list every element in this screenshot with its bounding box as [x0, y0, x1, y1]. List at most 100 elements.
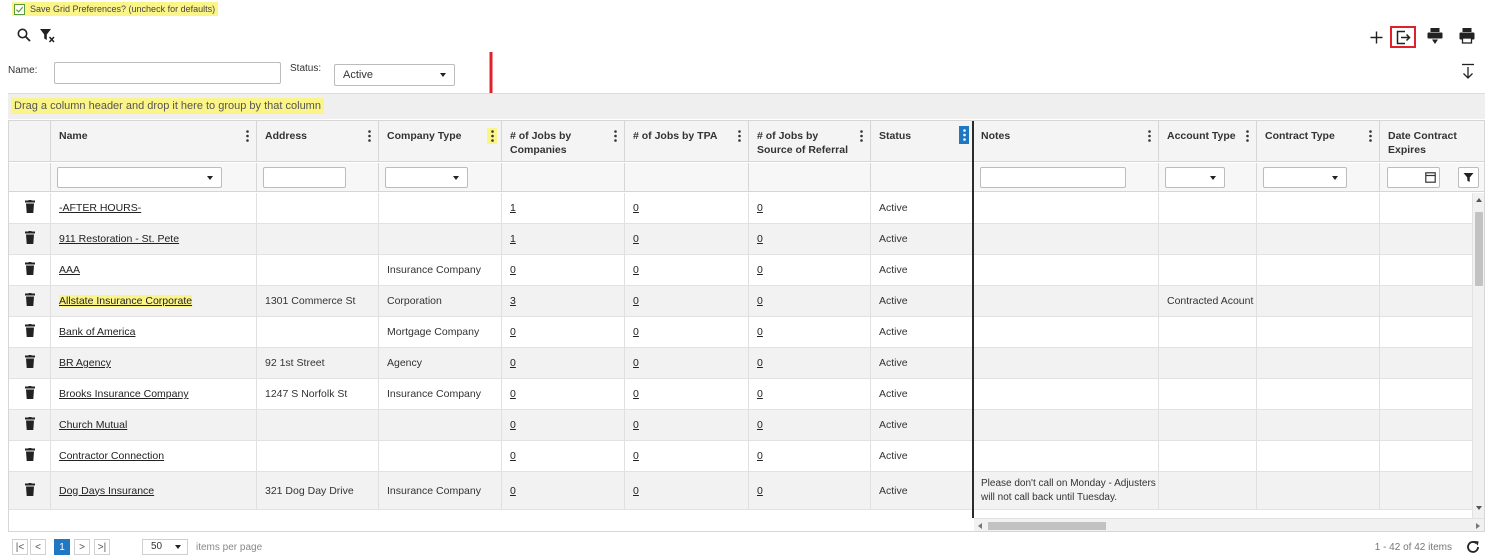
job-count-link[interactable]: 0 [757, 419, 763, 431]
next-page-button[interactable]: > [74, 539, 90, 555]
column-menu-icon[interactable] [1365, 128, 1375, 144]
trash-icon[interactable] [24, 231, 35, 247]
column-header-account-type[interactable]: Account Type [1159, 121, 1257, 162]
column-menu-icon[interactable] [1144, 128, 1154, 144]
job-count-link[interactable]: 0 [757, 388, 763, 400]
job-count-link[interactable]: 0 [757, 485, 763, 497]
company-link[interactable]: -AFTER HOURS- [59, 202, 141, 214]
column-menu-icon[interactable] [1242, 128, 1252, 144]
column-menu-icon[interactable] [856, 128, 866, 144]
vertical-scrollbar[interactable] [1472, 193, 1484, 518]
job-count-link[interactable]: 1 [510, 202, 516, 214]
page-size-select[interactable]: 50 [142, 539, 188, 555]
job-count-link[interactable]: 3 [510, 295, 516, 307]
company-link[interactable]: Church Mutual [59, 419, 127, 431]
notes-column-filter[interactable] [980, 167, 1126, 188]
trash-icon[interactable] [24, 324, 35, 340]
checkbox-checked-icon[interactable] [14, 3, 25, 15]
address-column-filter[interactable] [263, 167, 346, 188]
job-count-link[interactable]: 0 [510, 388, 516, 400]
column-menu-icon[interactable] [610, 128, 620, 144]
scroll-right-icon[interactable] [1476, 523, 1480, 529]
job-count-link[interactable]: 0 [633, 233, 639, 245]
column-header-address[interactable]: Address [257, 121, 379, 162]
scroll-up-icon[interactable] [1476, 198, 1482, 202]
company-link[interactable]: Dog Days Insurance [59, 485, 154, 497]
column-header-jobs-tpa[interactable]: # of Jobs by TPA [625, 121, 749, 162]
sort-down-icon[interactable] [1460, 62, 1476, 80]
company-link[interactable]: Bank of America [59, 326, 135, 338]
job-count-link[interactable]: 0 [510, 450, 516, 462]
contract-type-column-filter[interactable] [1263, 167, 1347, 188]
date-column-filter[interactable] [1387, 167, 1440, 188]
filter-icon[interactable] [1458, 167, 1479, 188]
account-type-column-filter[interactable] [1165, 167, 1225, 188]
job-count-link[interactable]: 0 [510, 326, 516, 338]
trash-icon[interactable] [24, 386, 35, 402]
job-count-link[interactable]: 0 [510, 264, 516, 276]
column-header-company-type[interactable]: Company Type [379, 121, 502, 162]
trash-icon[interactable] [24, 482, 35, 499]
company-link[interactable]: AAA [59, 264, 80, 276]
column-header-name[interactable]: Name [51, 121, 257, 162]
company-type-column-filter[interactable] [385, 167, 468, 188]
job-count-link[interactable]: 0 [633, 295, 639, 307]
trash-icon[interactable] [24, 448, 35, 464]
job-count-link[interactable]: 0 [633, 450, 639, 462]
company-link[interactable]: Contractor Connection [59, 450, 164, 462]
refresh-icon[interactable] [1465, 539, 1481, 555]
current-page-button[interactable]: 1 [54, 539, 70, 555]
job-count-link[interactable]: 1 [510, 233, 516, 245]
column-menu-icon[interactable] [487, 128, 497, 144]
first-page-button[interactable]: |< [12, 539, 28, 555]
company-link[interactable]: BR Agency [59, 357, 111, 369]
print-icon[interactable] [1457, 26, 1477, 46]
clear-filter-icon[interactable] [38, 26, 58, 46]
add-icon[interactable] [1368, 28, 1384, 46]
trash-icon[interactable] [24, 200, 35, 216]
search-icon[interactable] [16, 26, 32, 44]
column-header-jobs-companies[interactable]: # of Jobs by Companies [502, 121, 625, 162]
scroll-thumb[interactable] [1475, 212, 1483, 286]
scroll-thumb[interactable] [988, 522, 1106, 530]
job-count-link[interactable]: 0 [510, 357, 516, 369]
column-header-date-contract-expires[interactable]: Date Contract Expires [1380, 121, 1484, 162]
column-header-contract-type[interactable]: Contract Type [1257, 121, 1380, 162]
horizontal-scrollbar[interactable] [974, 518, 1484, 531]
column-menu-icon[interactable] [959, 126, 969, 144]
calendar-icon[interactable] [1425, 171, 1436, 186]
scroll-left-icon[interactable] [978, 523, 982, 529]
column-menu-icon[interactable] [242, 128, 252, 144]
scroll-down-icon[interactable] [1476, 506, 1482, 510]
column-header-status[interactable]: Status [871, 121, 973, 162]
job-count-link[interactable]: 0 [633, 419, 639, 431]
job-count-link[interactable]: 0 [633, 264, 639, 276]
company-link[interactable]: 911 Restoration - St. Pete [59, 233, 179, 245]
job-count-link[interactable]: 0 [757, 233, 763, 245]
company-link[interactable]: Allstate Insurance Corporate [59, 295, 193, 307]
job-count-link[interactable]: 0 [633, 485, 639, 497]
job-count-link[interactable]: 0 [757, 295, 763, 307]
column-menu-icon[interactable] [734, 128, 744, 144]
job-count-link[interactable]: 0 [510, 485, 516, 497]
column-menu-icon[interactable] [364, 128, 374, 144]
job-count-link[interactable]: 0 [633, 357, 639, 369]
job-count-link[interactable]: 0 [633, 326, 639, 338]
trash-icon[interactable] [24, 355, 35, 371]
job-count-link[interactable]: 0 [510, 419, 516, 431]
job-count-link[interactable]: 0 [757, 264, 763, 276]
name-filter-input[interactable] [54, 62, 281, 84]
trash-icon[interactable] [24, 293, 35, 309]
job-count-link[interactable]: 0 [757, 357, 763, 369]
column-header-notes[interactable]: Notes [973, 121, 1159, 162]
column-header-jobs-referral[interactable]: # of Jobs by Source of Referral [749, 121, 871, 162]
prev-page-button[interactable]: < [30, 539, 46, 555]
save-preferences-toggle[interactable]: Save Grid Preferences? (uncheck for defa… [12, 2, 219, 16]
job-count-link[interactable]: 0 [757, 450, 763, 462]
last-page-button[interactable]: >| [94, 539, 110, 555]
group-by-drop-zone[interactable]: Drag a column header and drop it here to… [8, 93, 1485, 119]
print-filtered-icon[interactable] [1425, 26, 1445, 46]
job-count-link[interactable]: 0 [757, 202, 763, 214]
job-count-link[interactable]: 0 [757, 326, 763, 338]
job-count-link[interactable]: 0 [633, 388, 639, 400]
